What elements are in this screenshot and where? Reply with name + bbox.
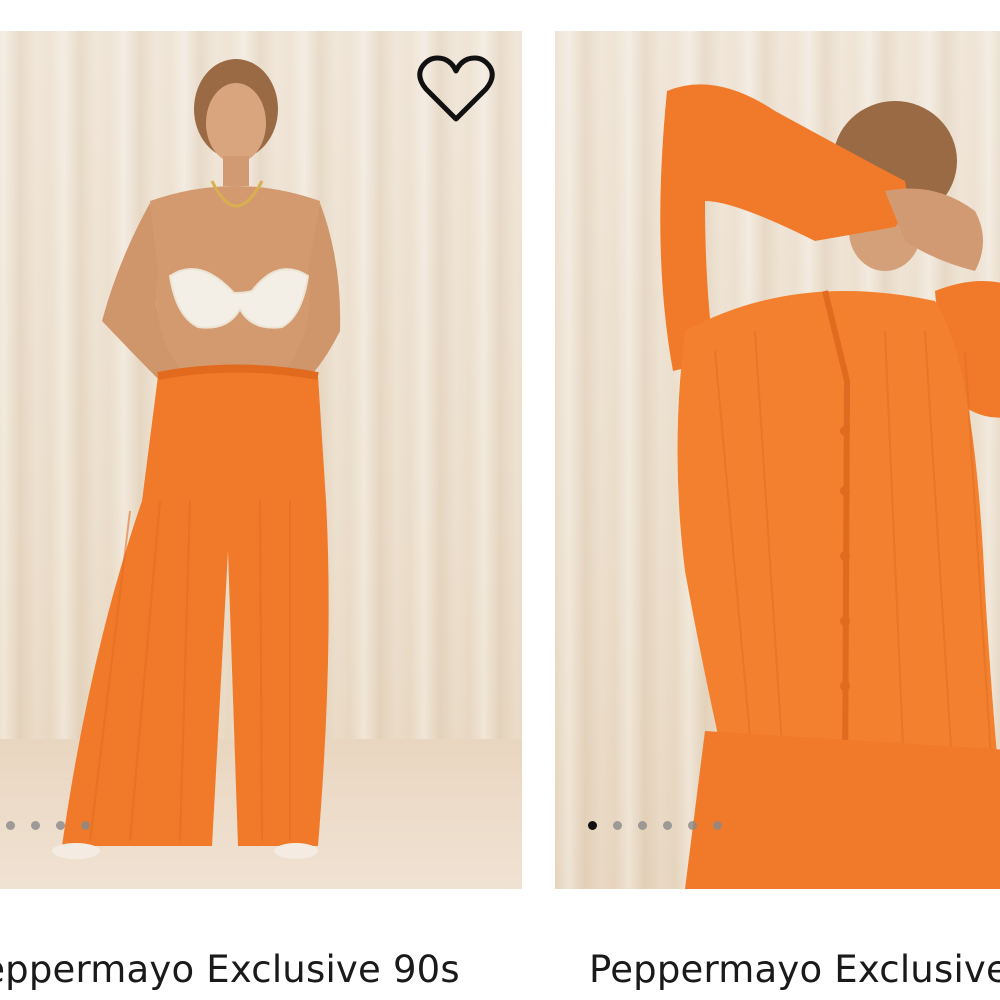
carousel-dot[interactable] — [56, 821, 65, 830]
carousel-dot[interactable] — [31, 821, 40, 830]
carousel-dot[interactable] — [81, 821, 90, 830]
carousel-dot[interactable] — [688, 821, 697, 830]
carousel-dot[interactable] — [638, 821, 647, 830]
product-card-2[interactable]: Peppermayo Exclusive — [555, 0, 1000, 1000]
carousel-dot-active[interactable] — [588, 821, 597, 830]
product-card-1[interactable]: Peppermayo Exclusive 90s — [0, 0, 522, 1000]
carousel-dot[interactable] — [663, 821, 672, 830]
product-grid: Peppermayo Exclusive 90s Peppermayo Excl… — [0, 0, 1000, 1000]
product-title-1[interactable]: Peppermayo Exclusive 90s — [0, 948, 460, 991]
model-figure-2 — [660, 84, 1000, 889]
wishlist-heart-icon[interactable] — [416, 53, 496, 125]
product-image-2[interactable] — [555, 31, 1000, 889]
product-title-2[interactable]: Peppermayo Exclusive — [589, 948, 1000, 991]
product-image-1[interactable] — [0, 31, 522, 889]
carousel-dots-2 — [588, 821, 722, 830]
carousel-dots-1 — [6, 821, 90, 830]
carousel-dot[interactable] — [713, 821, 722, 830]
carousel-dot[interactable] — [613, 821, 622, 830]
carousel-dot[interactable] — [6, 821, 15, 830]
model-figure-1 — [52, 59, 341, 859]
